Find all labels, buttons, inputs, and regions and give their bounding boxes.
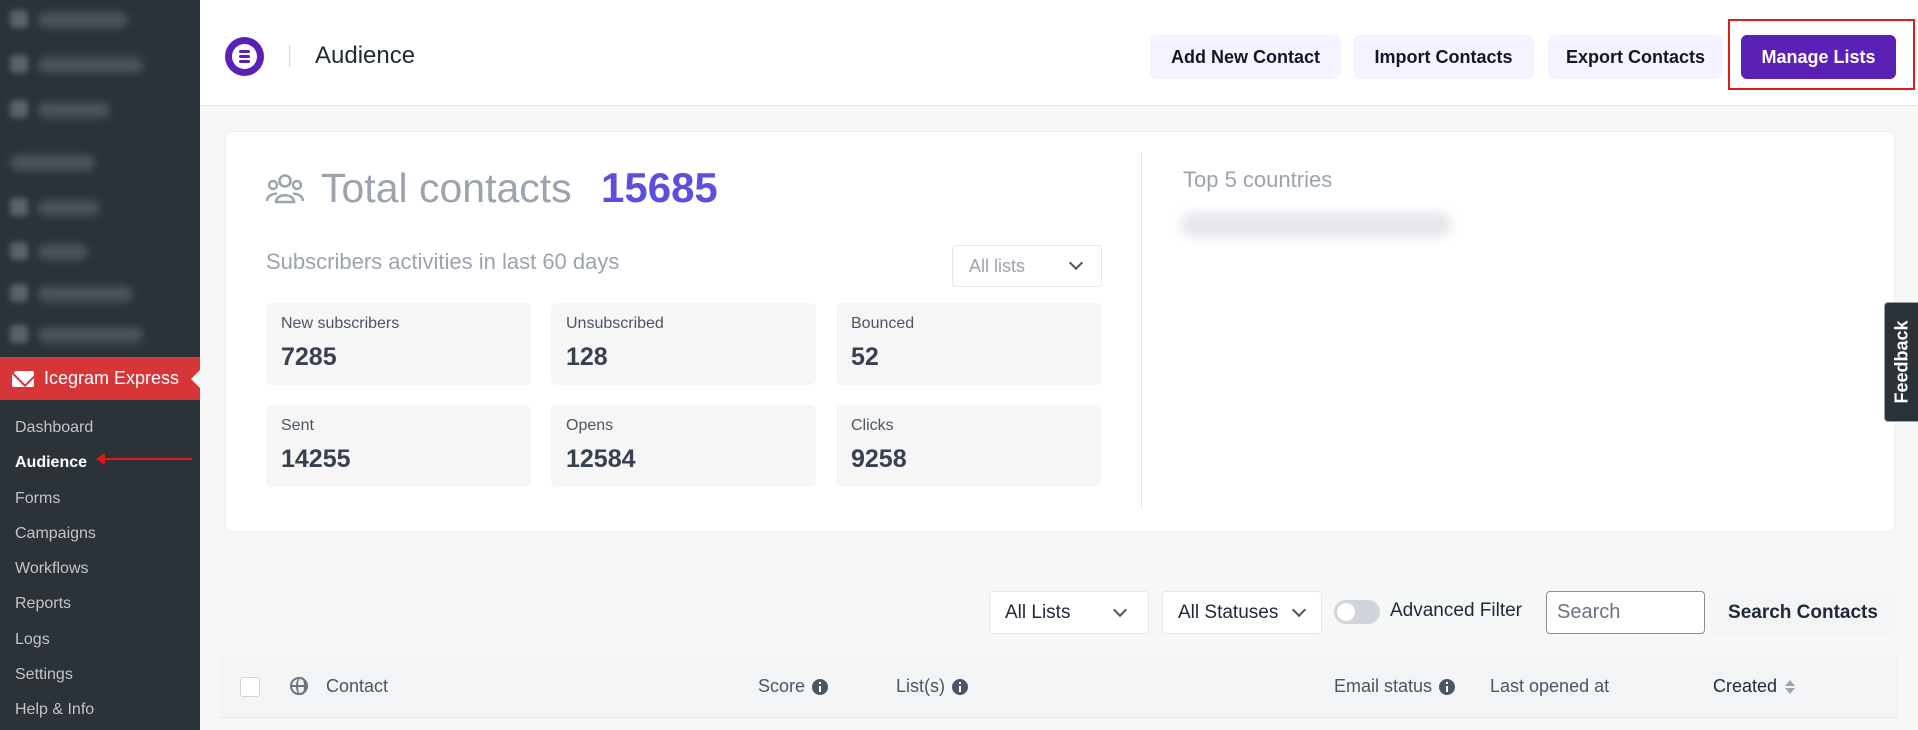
sidebar-item-campaigns[interactable]: Campaigns [0, 516, 200, 551]
sidebar-item-reports[interactable]: Reports [0, 586, 200, 621]
column-email-status: Email status [1334, 676, 1456, 697]
icegram-logo [225, 37, 264, 76]
stat-card-sent: Sent 14255 [266, 405, 531, 487]
plugin-label: Icegram Express [44, 368, 180, 388]
stat-label: Bounced [851, 315, 915, 332]
column-created[interactable]: Created [1713, 676, 1796, 697]
stat-value: 128 [566, 343, 608, 371]
chevron-down-icon [1112, 602, 1128, 618]
lists-filter-dropdown[interactable]: All Lists [989, 591, 1149, 634]
total-contacts-label: Total contacts [321, 165, 572, 211]
info-icon[interactable] [1439, 678, 1456, 695]
advanced-filter-toggle[interactable] [1334, 600, 1380, 624]
stat-card-opens: Opens 12584 [551, 405, 816, 487]
stat-value: 9258 [851, 445, 907, 473]
stats-card: Total contacts 15685 Subscribers activit… [225, 131, 1895, 532]
header-divider [289, 45, 290, 67]
chevron-down-icon [1068, 255, 1084, 271]
column-score-label: Score [758, 676, 806, 696]
stat-label: Clicks [851, 417, 894, 434]
stat-card-unsubscribed: Unsubscribed 128 [551, 303, 816, 385]
sort-icon [1785, 678, 1796, 696]
column-score: Score [758, 676, 829, 697]
search-input[interactable] [1546, 591, 1705, 634]
column-lists: List(s) [896, 676, 968, 697]
feedback-tab[interactable]: Feedback [1884, 302, 1918, 422]
stat-value: 12584 [566, 445, 636, 473]
lists-filter-value: All Lists [1005, 602, 1071, 623]
export-contacts-button[interactable]: Export Contacts [1548, 35, 1723, 79]
feedback-label: Feedback [1891, 320, 1911, 404]
annotation-highlight-box [1728, 19, 1915, 90]
stat-label: Opens [566, 417, 614, 434]
page: Icegram Express Dashboard Audience Forms… [0, 0, 1918, 730]
column-last-opened: Last opened at [1490, 676, 1609, 697]
column-contact: Contact [326, 676, 388, 697]
statuses-filter-value: All Statuses [1178, 602, 1279, 623]
contacts-table-header: Contact Score List(s) Email status Last … [220, 655, 1898, 718]
advanced-filter-label: Advanced Filter [1390, 600, 1523, 621]
chevron-down-icon [1291, 602, 1307, 618]
globe-icon [290, 677, 308, 695]
stat-card-clicks: Clicks 9258 [836, 405, 1101, 487]
sidebar-item-forms[interactable]: Forms [0, 481, 200, 516]
card-divider [1141, 152, 1142, 510]
sidebar-item-dashboard[interactable]: Dashboard [0, 410, 200, 445]
mail-icon [12, 370, 34, 387]
page-title: Audience [315, 42, 416, 69]
blurred-country-list [1181, 212, 1451, 238]
column-last-opened-label: Last opened at [1490, 676, 1610, 696]
add-new-contact-button[interactable]: Add New Contact [1150, 35, 1341, 79]
select-all-checkbox[interactable] [240, 677, 260, 697]
stat-label: New subscribers [281, 315, 400, 332]
sidebar-plugin-icegram-express[interactable]: Icegram Express [0, 357, 200, 400]
column-created-label: Created [1713, 676, 1778, 696]
total-contacts-value: 15685 [601, 164, 718, 211]
info-icon[interactable] [952, 678, 968, 695]
stats-lists-dropdown-value: All lists [969, 256, 1026, 276]
stat-value: 52 [851, 343, 879, 371]
sidebar-item-workflows[interactable]: Workflows [0, 551, 200, 586]
info-icon[interactable] [812, 678, 829, 695]
annotation-arrow [96, 453, 192, 465]
statuses-filter-dropdown[interactable]: All Statuses [1162, 591, 1322, 634]
top-countries-label: Top 5 countries [1183, 167, 1333, 192]
blurred-menu-items [0, 0, 200, 355]
column-contact-label: Contact [326, 676, 389, 696]
stat-label: Sent [281, 417, 314, 434]
stat-card-bounced: Bounced 52 [836, 303, 1101, 385]
stats-lists-dropdown[interactable]: All lists [952, 245, 1102, 287]
search-contacts-button[interactable]: Search Contacts [1711, 591, 1895, 634]
toggle-knob [1337, 603, 1355, 621]
users-icon [266, 174, 304, 204]
column-lists-label: List(s) [896, 676, 945, 696]
stat-value: 7285 [281, 343, 337, 371]
sidebar-item-help-info[interactable]: Help & Info [0, 692, 200, 727]
column-email-status-label: Email status [1334, 676, 1433, 696]
stat-card-new-subscribers: New subscribers 7285 [266, 303, 531, 385]
stat-label: Unsubscribed [566, 315, 664, 332]
activity-period-label: Subscribers activities in last 60 days [266, 249, 620, 274]
sidebar-item-logs[interactable]: Logs [0, 622, 200, 657]
sidebar-item-settings[interactable]: Settings [0, 657, 200, 692]
admin-sidebar: Icegram Express Dashboard Audience Forms… [0, 0, 200, 730]
stat-value: 14255 [281, 445, 351, 473]
import-contacts-button[interactable]: Import Contacts [1353, 35, 1534, 79]
